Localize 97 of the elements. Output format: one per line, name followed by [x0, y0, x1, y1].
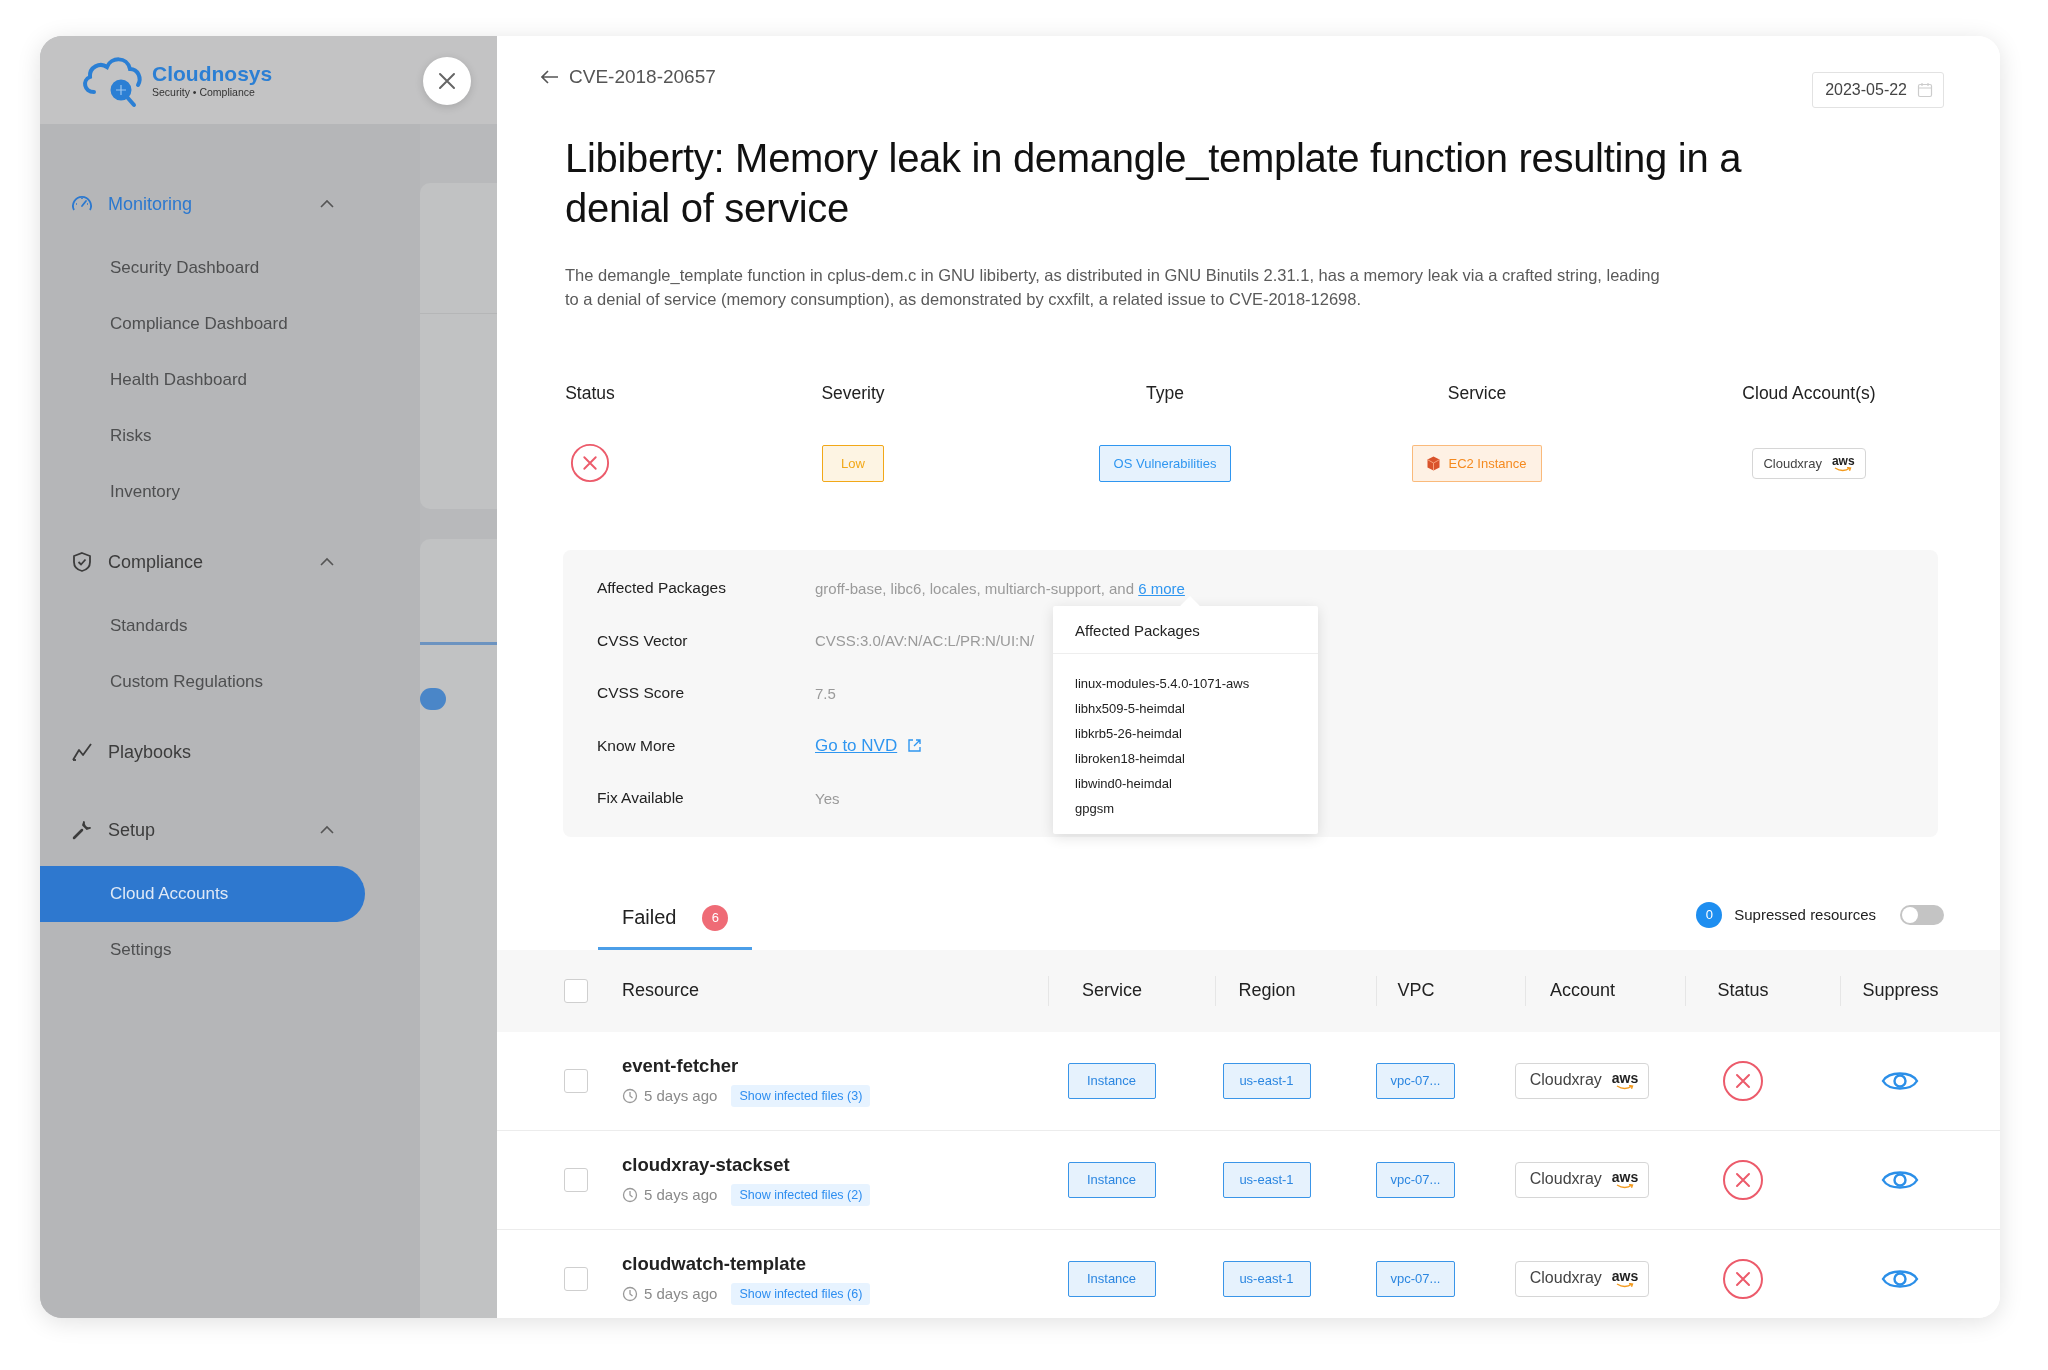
detail-label: Affected Packages	[597, 579, 727, 598]
aws-logo: aws	[1831, 454, 1855, 472]
detail-label: CVSS Score	[597, 684, 685, 703]
brand-name: Cloudnosys	[152, 62, 273, 86]
close-icon	[437, 71, 457, 91]
clock-icon	[622, 1087, 638, 1104]
menu-item[interactable]: Risks	[40, 408, 365, 464]
more-link[interactable]: 6 more	[1138, 579, 1185, 597]
vpc-tag: vpc-07...	[1376, 1161, 1455, 1198]
resource-name: event-fetcher	[622, 1054, 740, 1077]
detail-label: Know More	[597, 736, 677, 755]
aws-logo: aws	[1611, 1070, 1639, 1090]
back-arrow-icon	[541, 70, 559, 84]
region-tag: us-east-1	[1222, 1062, 1311, 1099]
detail-label: CVSS Vector	[597, 631, 689, 650]
column-header: Status	[1717, 980, 1769, 1001]
column-header: Resource	[622, 980, 700, 1000]
column-header: Service	[1082, 980, 1142, 1001]
back-link[interactable]: CVE-2018-20657	[541, 66, 716, 88]
external-link-icon	[907, 738, 923, 754]
column-header: Account	[1549, 980, 1615, 1001]
menu-item[interactable]: Cloud Accounts	[40, 866, 365, 922]
detail-value: groff-base, libc6, locales, multiarch-support, and	[815, 579, 1135, 597]
summary-label: Type	[1146, 383, 1184, 405]
clock-icon	[622, 1285, 638, 1302]
tag: Low	[822, 444, 884, 482]
package-name: libroken18-heimdal	[1075, 751, 1186, 766]
tag: OS Vulnerabilities	[1098, 444, 1232, 482]
account-tag: Cloudxray aws	[1514, 1161, 1650, 1198]
package-name: libhx509-5-heimdal	[1075, 701, 1186, 716]
column-header: Region	[1238, 980, 1296, 1001]
calendar-icon	[1917, 82, 1933, 98]
package-name: gpgsm	[1075, 801, 1116, 816]
age-text: 5 days ago	[644, 1087, 718, 1104]
menu-item[interactable]: Inventory	[40, 464, 365, 520]
menu-group[interactable]: Monitoring	[40, 184, 365, 224]
detail-value: CVSS:3.0/AV:N/AC:L/PR:N/UI:N/	[815, 632, 1035, 650]
age-text: 5 days ago	[644, 1186, 718, 1203]
vpc-tag: vpc-07...	[1376, 1062, 1455, 1099]
infected-files-link[interactable]: Show infected files (6)	[731, 1282, 871, 1305]
vpc-tag: vpc-07...	[1376, 1260, 1455, 1297]
detail-value: Yes	[815, 789, 840, 807]
infected-files-link[interactable]: Show infected files (3)	[731, 1084, 871, 1107]
column-header: Suppress	[1862, 980, 1939, 1001]
detail-label: Fix Available	[597, 789, 685, 808]
summary-label: Severity	[821, 383, 885, 405]
checkbox[interactable]	[564, 1068, 588, 1093]
service-tag: EC2 Instance	[1412, 444, 1542, 482]
cube-icon	[1427, 455, 1441, 471]
summary-label: Status	[565, 383, 615, 405]
service-tag: Instance	[1067, 1062, 1156, 1099]
count-badge: 0	[1696, 901, 1723, 928]
package-name: libwind0-heimdal	[1075, 776, 1173, 791]
description: The demangle_template function in cplus-dem.c in GNU libiberty, as distributed in GNU Binutils 2.31.1, has a memory leak via a crafted string, leading to a denial of service (memory consumption), as demonstrated by cxxfilt, a related issue to CVE-2018-12698.	[565, 265, 1660, 310]
menu-item[interactable]: Settings	[40, 922, 365, 978]
detail-value: 7.5	[815, 684, 836, 702]
region-tag: us-east-1	[1222, 1161, 1311, 1198]
menu-group[interactable]: Playbooks	[40, 732, 365, 772]
resource-name: cloudxray-stackset	[622, 1153, 791, 1176]
menu-group[interactable]: Setup	[40, 810, 365, 850]
count-badge	[420, 688, 446, 710]
column-header: VPC	[1397, 980, 1435, 1001]
date-field[interactable]: 2023-05-22	[1812, 72, 1944, 108]
menu-item[interactable]: Custom Regulations	[40, 654, 365, 710]
account-tag: Cloudxray aws	[1514, 1062, 1650, 1099]
service-tag: Instance	[1067, 1260, 1156, 1297]
menu-item[interactable]: Security Dashboard	[40, 240, 365, 296]
account-tag: Cloudxray aws	[1752, 447, 1866, 479]
page-title: Libiberty: Memory leak in demangle_template function resulting in a denial of service	[564, 135, 1743, 232]
age-text: 5 days ago	[644, 1285, 718, 1302]
nvd-link[interactable]: Go to NVD	[815, 735, 898, 756]
toggle-switch[interactable]	[1900, 904, 1944, 925]
summary-label: Service	[1447, 383, 1507, 405]
brand-tagline: Security • Compliance	[152, 86, 256, 98]
checkbox[interactable]	[564, 1167, 588, 1192]
menu-group[interactable]: Compliance	[40, 542, 365, 582]
package-name: linux-modules-5.4.0-1071-aws	[1075, 676, 1251, 691]
summary-label: Cloud Account(s)	[1742, 383, 1876, 405]
wrench-icon	[70, 818, 94, 842]
shield-icon	[70, 550, 94, 574]
aws-logo: aws	[1611, 1169, 1639, 1189]
checkbox[interactable]	[564, 1266, 588, 1291]
popover-title: Affected Packages	[1053, 606, 1318, 654]
menu-item[interactable]: Standards	[40, 598, 365, 654]
checkbox[interactable]	[564, 978, 588, 1003]
region-tag: us-east-1	[1222, 1260, 1311, 1297]
menu-item[interactable]: Health Dashboard	[40, 352, 365, 408]
toggle-label: Supressed resources	[1734, 906, 1876, 923]
count-badge: 6	[702, 904, 729, 931]
clock-icon	[622, 1186, 638, 1203]
infected-files-link[interactable]: Show infected files (2)	[731, 1183, 871, 1206]
account-tag: Cloudxray aws	[1514, 1260, 1650, 1297]
aws-logo: aws	[1611, 1268, 1639, 1288]
package-name: libkrb5-26-heimdal	[1075, 726, 1183, 741]
service-tag: Instance	[1067, 1161, 1156, 1198]
resource-name: cloudwatch-template	[622, 1252, 807, 1275]
menu-item[interactable]: Compliance Dashboard	[40, 296, 365, 352]
